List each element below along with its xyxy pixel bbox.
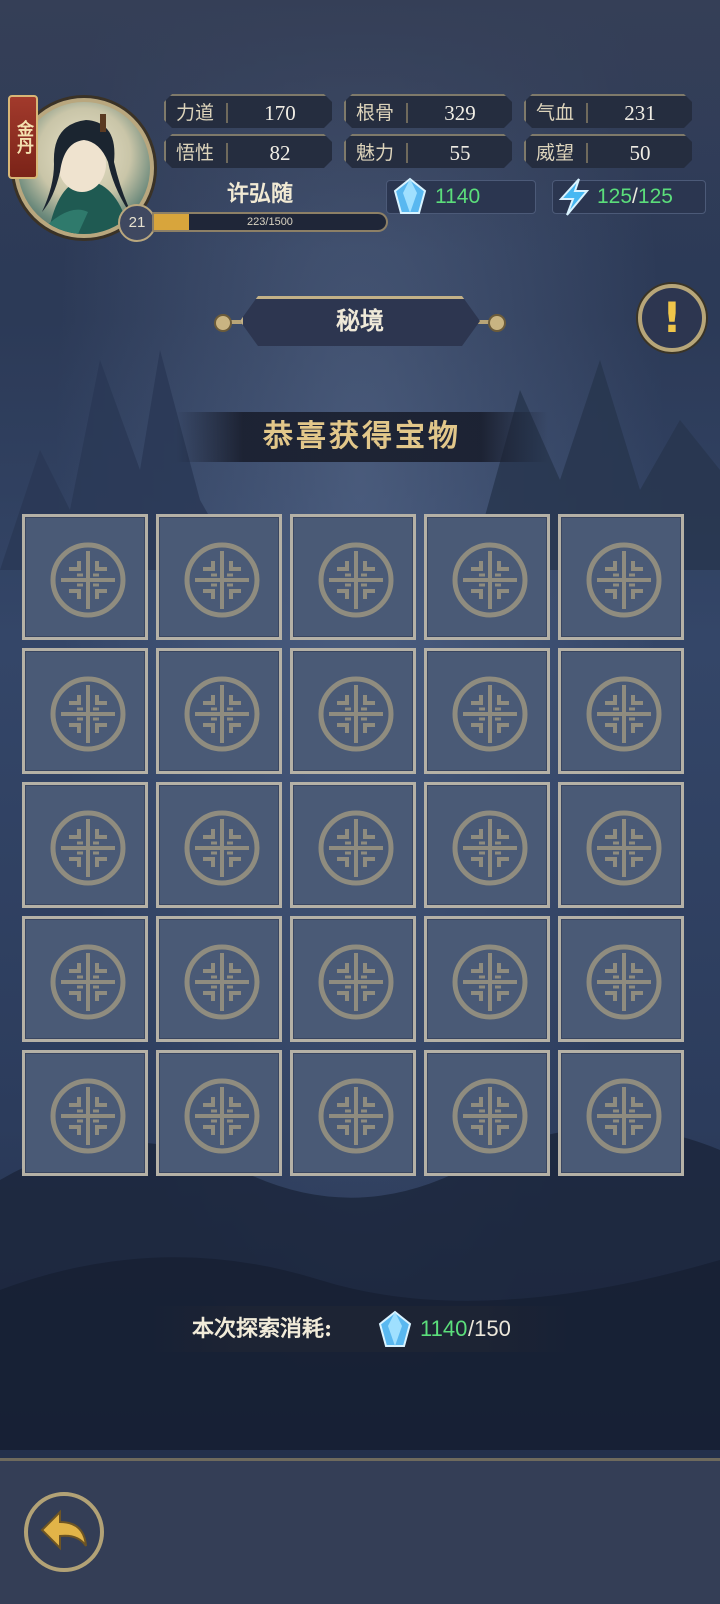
ornate-circle-emblem-icon [586, 1078, 662, 1154]
ornate-circle-emblem-icon [184, 944, 260, 1020]
lightning-energy-icon [558, 178, 590, 216]
reward-banner-text: 恭喜获得宝物 [263, 419, 461, 454]
bottom-bar [0, 1458, 720, 1604]
ornate-circle-emblem-icon [586, 810, 662, 886]
stat-label: 气血 [536, 102, 575, 124]
level-badge: 21 [118, 204, 156, 242]
treasure-cell[interactable] [424, 1050, 550, 1176]
treasure-cell[interactable] [558, 782, 684, 908]
ornate-circle-emblem-icon [318, 542, 394, 618]
xp-bar: 223/1500 [152, 212, 388, 232]
back-arrow-icon [40, 1509, 87, 1551]
ornate-circle-emblem-icon [318, 810, 394, 886]
treasure-cell[interactable] [156, 916, 282, 1042]
energy-counter[interactable]: 125/125 [552, 178, 706, 216]
treasure-cell[interactable] [424, 782, 550, 908]
cost-have-value: 1140 [420, 1316, 468, 1341]
ornate-circle-emblem-icon [318, 676, 394, 752]
treasure-cell[interactable] [290, 648, 416, 774]
ornate-circle-emblem-icon [184, 676, 260, 752]
stat-label: 根骨 [356, 102, 395, 124]
stat-value: 329 [444, 101, 476, 125]
xp-text: 223/1500 [247, 216, 293, 228]
ornate-circle-emblem-icon [50, 1078, 126, 1154]
ornate-circle-emblem-icon [452, 810, 528, 886]
stat-value: 170 [264, 101, 296, 125]
treasure-cell[interactable] [156, 648, 282, 774]
stat-prestige: 威望 50 [524, 134, 692, 168]
stat-vitality: 气血 231 [524, 94, 692, 128]
blue-crystal-icon [393, 177, 427, 214]
treasure-cell[interactable] [156, 782, 282, 908]
cost-need-value: /150 [468, 1316, 511, 1341]
stat-label: 威望 [536, 142, 575, 164]
treasure-cell[interactable] [558, 648, 684, 774]
plaque-knob-left [214, 314, 232, 332]
treasure-cell[interactable] [156, 1050, 282, 1176]
energy-max: 125 [637, 185, 673, 208]
ornate-circle-emblem-icon [586, 944, 662, 1020]
back-button[interactable] [24, 1492, 104, 1572]
info-button[interactable]: ! [638, 284, 706, 352]
stat-label: 魅力 [356, 142, 395, 164]
treasure-cell[interactable] [22, 514, 148, 640]
ornate-circle-emblem-icon [184, 542, 260, 618]
treasure-cell[interactable] [290, 1050, 416, 1176]
ornate-circle-emblem-icon [184, 1078, 260, 1154]
crystal-value: 1140 [435, 185, 481, 208]
ornate-circle-emblem-icon [184, 810, 260, 886]
stat-charm: 魅力 55 [344, 134, 512, 168]
treasure-cell[interactable] [22, 916, 148, 1042]
stat-comprehension: 悟性 82 [164, 134, 332, 168]
treasure-cell[interactable] [290, 514, 416, 640]
stat-value: 82 [269, 141, 291, 165]
ornate-circle-emblem-icon [318, 1078, 394, 1154]
player-name: 许弘随 [226, 181, 293, 207]
treasure-cell[interactable] [558, 916, 684, 1042]
treasure-cell[interactable] [22, 648, 148, 774]
ornate-circle-emblem-icon [586, 542, 662, 618]
stat-value: 50 [629, 141, 651, 165]
stat-value: 55 [449, 141, 471, 165]
blue-crystal-icon [378, 1310, 412, 1347]
treasure-cell[interactable] [156, 514, 282, 640]
treasure-cell[interactable] [290, 782, 416, 908]
ornate-circle-emblem-icon [586, 676, 662, 752]
ornate-circle-emblem-icon [50, 676, 126, 752]
stat-label: 悟性 [176, 142, 215, 164]
ornate-circle-emblem-icon [452, 944, 528, 1020]
treasure-cell[interactable] [22, 1050, 148, 1176]
treasure-cell[interactable] [424, 916, 550, 1042]
cultivation-rank-tag: 金丹 [8, 95, 38, 179]
ornate-circle-emblem-icon [452, 542, 528, 618]
stat-strength: 力道 170 [164, 94, 332, 128]
ornate-circle-emblem-icon [50, 542, 126, 618]
ornate-circle-emblem-icon [50, 810, 126, 886]
treasure-cell[interactable] [558, 514, 684, 640]
ornate-circle-emblem-icon [452, 1078, 528, 1154]
crystal-counter[interactable]: 1140 [386, 177, 536, 214]
treasure-cell[interactable] [558, 1050, 684, 1176]
ornate-circle-emblem-icon [452, 676, 528, 752]
treasure-cell[interactable] [22, 782, 148, 908]
ornate-circle-emblem-icon [318, 944, 394, 1020]
stat-constitution: 根骨 329 [344, 94, 512, 128]
treasure-grid [22, 514, 698, 1192]
plaque-knob-right [488, 314, 506, 332]
stat-label: 力道 [176, 102, 215, 124]
stat-value: 231 [624, 101, 656, 125]
treasure-cell[interactable] [290, 916, 416, 1042]
treasure-cell[interactable] [424, 514, 550, 640]
cost-label: 本次探索消耗: [192, 1316, 333, 1342]
page-title: 秘境 [336, 306, 384, 335]
treasure-cell[interactable] [424, 648, 550, 774]
energy-value: 125/125 [597, 181, 673, 213]
ornate-circle-emblem-icon [50, 944, 126, 1020]
energy-current: 125 [597, 185, 633, 208]
